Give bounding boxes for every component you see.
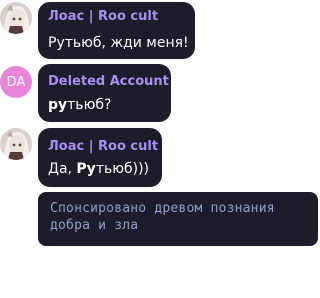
sender-name[interactable]: Лоас | Roo cult <box>48 8 185 25</box>
message-text-part: Да, <box>48 161 77 177</box>
anime-girl-avatar-icon <box>0 128 32 160</box>
sponsored-line: Спонсировано древом познания <box>50 201 275 216</box>
user-avatar[interactable] <box>0 2 32 34</box>
avatar-initials: DA <box>6 74 26 90</box>
message-text-part: тьюб))) <box>95 161 150 177</box>
message-text: Да, Рутьюб))) <box>48 159 152 179</box>
message-bubble: Deleted Account рутьюб? <box>38 64 171 122</box>
sender-name[interactable]: Deleted Account <box>48 73 169 90</box>
user-avatar[interactable] <box>0 128 32 160</box>
anime-girl-avatar-icon <box>0 2 32 34</box>
sponsored-line: добра и зла <box>50 218 139 233</box>
message-bubble: Лоас | Roo cult Рутьюб, жди меня! <box>38 2 195 59</box>
sponsored-message[interactable]: Спонсировано древом познания добра и зла <box>38 192 318 246</box>
message-text-part: Ру <box>76 161 96 177</box>
message-text: рутьюб? <box>48 95 161 115</box>
message-bubble: Лоас | Roo cult Да, Рутьюб))) <box>38 128 162 187</box>
chat-log: Лоас | Roo cult Рутьюб, жди меня! DA Del… <box>0 0 320 298</box>
message-text-part: тьюб? <box>67 97 112 113</box>
message-text-part: ру <box>48 97 68 113</box>
user-avatar[interactable]: DA <box>0 66 32 98</box>
message-text-part: Рутьюб, жди меня! <box>48 35 189 51</box>
message-text: Рутьюб, жди меня! <box>48 33 189 53</box>
sender-name[interactable]: Лоас | Roo cult <box>48 138 158 155</box>
